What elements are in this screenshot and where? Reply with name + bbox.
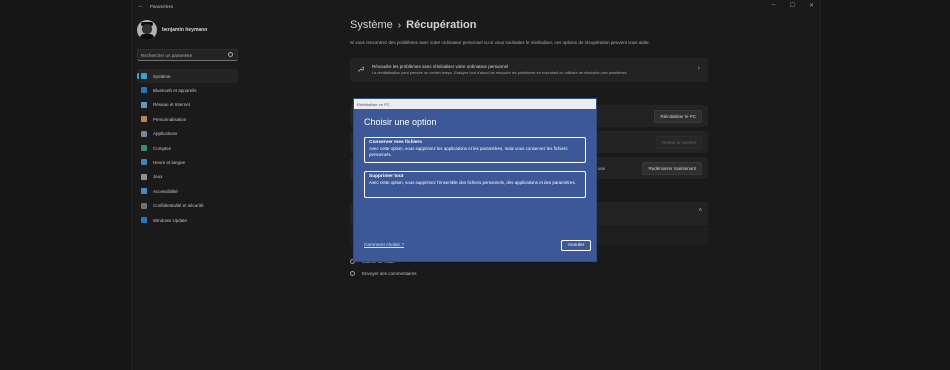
remove-everything-description: Avec cette option, vous supprimez l'ense… <box>369 180 576 185</box>
how-to-choose-link[interactable]: Comment choisir ? <box>364 243 404 248</box>
cancel-button[interactable]: Annuler <box>561 240 591 251</box>
dialog-title: Réinitialiser ce PC <box>357 101 390 107</box>
keep-files-title: Conserver mes fichiers <box>369 140 423 145</box>
keep-files-option[interactable]: Conserver mes fichiers Avec cette option… <box>364 137 586 163</box>
dialog-heading: Choisir une option <box>364 117 437 127</box>
reset-pc-dialog: Réinitialiser ce PC Choisir une option C… <box>353 98 597 262</box>
remove-everything-title: Supprimer tout <box>369 174 404 179</box>
remove-everything-option[interactable]: Supprimer tout Avec cette option, vous s… <box>364 171 586 198</box>
keep-files-description: Avec cette option, vous supprimez les ap… <box>369 146 568 157</box>
dialog-title-bar: Réinitialiser ce PC <box>354 99 596 109</box>
